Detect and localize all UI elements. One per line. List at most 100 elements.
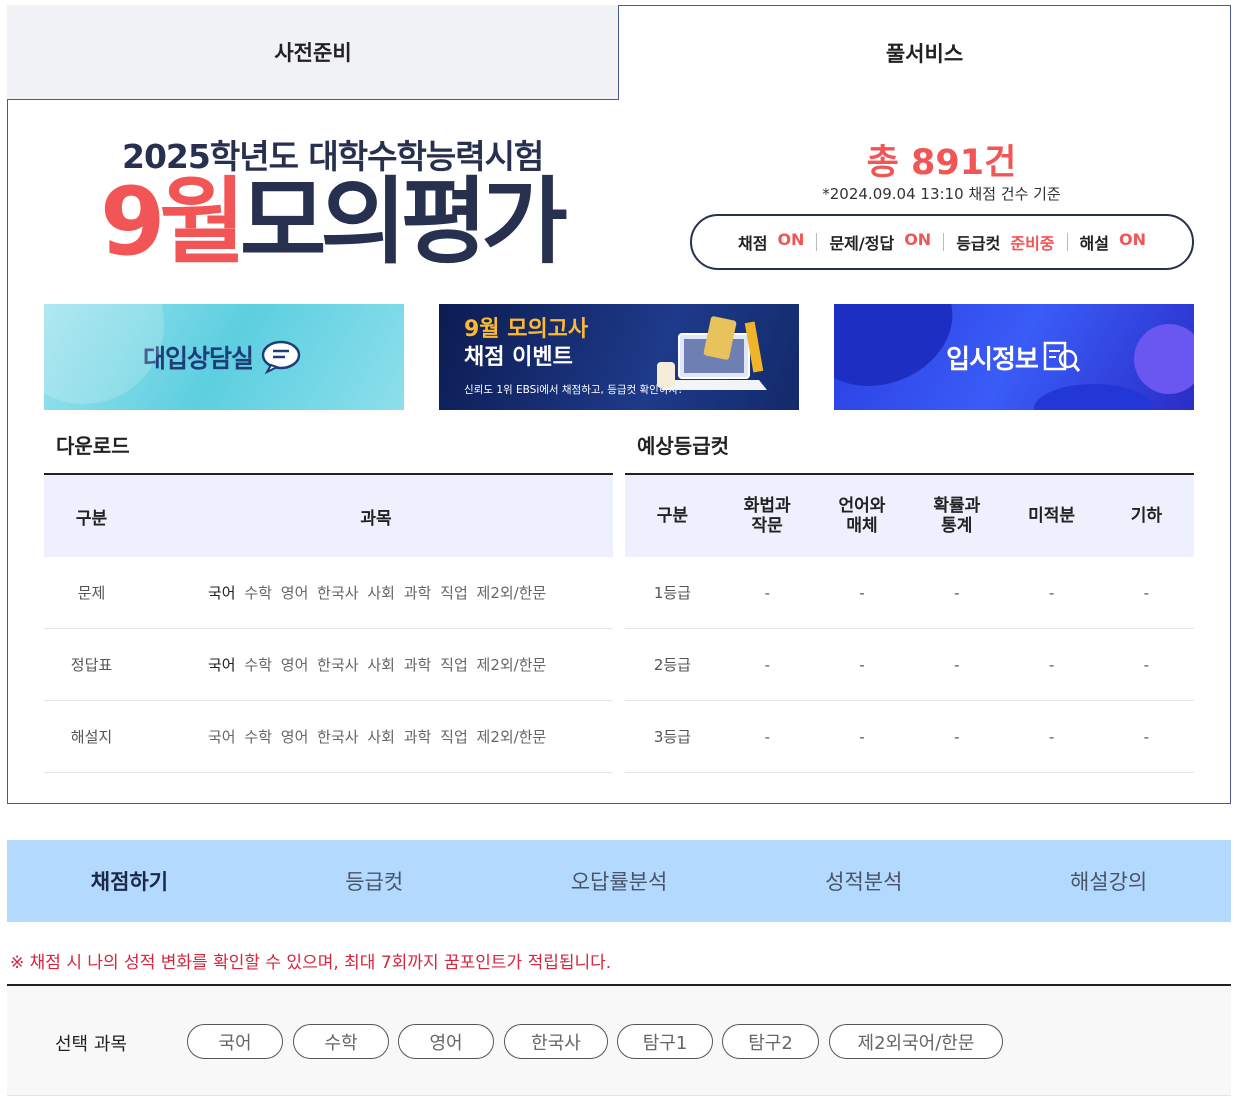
- table-row: 문제 국어 수학 영어 한국사 사회 과학 직업 제2외/한문: [44, 557, 613, 629]
- subject-link[interactable]: 직업: [440, 728, 468, 746]
- row-label: 해설지: [70, 728, 113, 746]
- nav-gradecut[interactable]: 등급컷: [252, 866, 497, 896]
- subject-link[interactable]: 영어: [281, 656, 309, 674]
- status-value: ON: [904, 230, 932, 249]
- grade-label: 2등급: [653, 655, 691, 674]
- grade-label: 1등급: [653, 583, 691, 602]
- document-search-icon: [1043, 341, 1080, 372]
- table-cell: -: [859, 727, 865, 746]
- subject-chip-english[interactable]: 영어: [398, 1024, 494, 1059]
- table-row: 2등급 - - - - -: [625, 629, 1194, 701]
- column-header: 구분: [656, 506, 689, 526]
- subject-link[interactable]: 수학: [244, 584, 272, 602]
- subject-link[interactable]: 과학: [404, 728, 432, 746]
- subject-link[interactable]: 과학: [404, 656, 432, 674]
- table-cell: -: [1143, 655, 1150, 674]
- tab-full-service[interactable]: 풀서비스: [618, 5, 1231, 100]
- nav-lectures[interactable]: 해설강의: [986, 866, 1231, 896]
- table-cell: -: [764, 583, 770, 602]
- subject-link[interactable]: 사회: [367, 728, 395, 746]
- table-cell: -: [764, 727, 770, 746]
- subject-link[interactable]: 사회: [367, 656, 395, 674]
- subject-link[interactable]: 제2외/한문: [477, 656, 547, 674]
- status-label: 채점: [738, 234, 768, 253]
- subject-link[interactable]: 국어: [208, 728, 236, 746]
- subject-link[interactable]: 수학: [244, 656, 272, 674]
- decor-shape: [1034, 384, 1154, 410]
- subject-link[interactable]: 영어: [281, 584, 309, 602]
- subject-chip-inquiry1[interactable]: 탐구1: [617, 1024, 713, 1059]
- table-cell: -: [859, 655, 865, 674]
- table-row: 1등급 - - - - -: [625, 557, 1194, 629]
- subject-link[interactable]: 영어: [281, 728, 309, 746]
- subject-link[interactable]: 제2외/한문: [477, 728, 547, 746]
- nav-score-analysis[interactable]: 성적분석: [741, 866, 986, 896]
- subject-link[interactable]: 한국사: [317, 728, 358, 746]
- consult-banner[interactable]: 대입상담실: [44, 304, 404, 410]
- subject-chip-history[interactable]: 한국사: [504, 1024, 608, 1059]
- column-header: 확률과 통계: [933, 496, 981, 536]
- status-explanation: 해설 ON: [1068, 230, 1158, 254]
- subject-link[interactable]: 한국사: [317, 584, 358, 602]
- status-gradecut: 등급컷 준비중: [944, 230, 1066, 254]
- laptop-prize-icon: [657, 316, 767, 390]
- subject-select-panel: 선택 과목 국어 수학 영어 한국사 탐구1 탐구2 제2외국어/한문: [7, 984, 1231, 1096]
- subject-links: 국어 수학 영어 한국사 사회 과학 직업 제2외/한문: [139, 726, 613, 747]
- subject-link[interactable]: 제2외/한문: [477, 584, 547, 602]
- subject-chip-korean[interactable]: 국어: [187, 1024, 283, 1059]
- table-cell: -: [1048, 583, 1055, 602]
- service-nav: 채점하기 등급컷 오답률분석 성적분석 해설강의: [7, 840, 1231, 922]
- subject-link[interactable]: 직업: [440, 584, 468, 602]
- gradecut-section-title: 예상등급컷: [637, 434, 729, 458]
- tab-pre-prep[interactable]: 사전준비: [7, 5, 619, 100]
- status-value: ON: [1118, 230, 1146, 249]
- total-count-note: *2024.09.04 13:10 채점 건수 기준: [822, 185, 1061, 203]
- nav-grading[interactable]: 채점하기: [7, 866, 252, 896]
- subject-select-label: 선택 과목: [55, 1034, 127, 1055]
- total-count: 총 891건: [866, 143, 1017, 183]
- table-cell: -: [764, 655, 770, 674]
- chat-bubble-icon: [261, 340, 301, 375]
- event-banner-title: 9월 모의고사: [464, 317, 589, 342]
- table-cell: -: [1048, 655, 1055, 674]
- nav-error-rate[interactable]: 오답률분석: [497, 866, 742, 896]
- table-row: 3등급 - - - - -: [625, 701, 1194, 773]
- subject-link[interactable]: 국어: [208, 584, 236, 602]
- hero-month: 9월: [100, 168, 246, 277]
- decor-shape: [44, 304, 164, 404]
- admission-info-text: 입시정보: [946, 344, 1039, 375]
- subject-link[interactable]: 수학: [244, 728, 272, 746]
- service-status-pill: 채점 ON 문제/정답 ON 등급컷 준비중 해설 ON: [690, 214, 1194, 270]
- subject-chip-math[interactable]: 수학: [293, 1024, 389, 1059]
- column-header: 과목: [360, 508, 392, 529]
- event-banner-title2: 채점 이벤트: [464, 345, 573, 370]
- admission-info-banner[interactable]: 입시정보: [834, 304, 1194, 410]
- subject-link[interactable]: 과학: [404, 584, 432, 602]
- subject-link[interactable]: 사회: [367, 584, 395, 602]
- table-row: 해설지 국어 수학 영어 한국사 사회 과학 직업 제2외/한문: [44, 701, 613, 773]
- column-header: 화법과 작문: [743, 496, 791, 536]
- decor-shape: [1134, 324, 1194, 394]
- table-header: 구분 과목: [44, 475, 613, 557]
- table-cell: -: [1143, 583, 1150, 602]
- column-header: 기하: [1130, 506, 1163, 526]
- status-label: 문제/정답: [829, 234, 895, 253]
- gradecut-table: 구분 화법과 작문 언어와 매체 확률과 통계 미적분 기하 1등급 - - -…: [625, 473, 1194, 773]
- status-value: ON: [777, 230, 805, 249]
- subject-chip-inquiry2[interactable]: 탐구2: [722, 1024, 819, 1059]
- event-banner[interactable]: 9월 모의고사 채점 이벤트 신뢰도 1위 EBSi에서 채점하고, 등급컷 확…: [439, 304, 799, 410]
- subject-link[interactable]: 국어: [208, 656, 236, 674]
- hero-title: 9월모의평가: [100, 168, 568, 278]
- table-cell: -: [1143, 727, 1150, 746]
- status-grading: 채점 ON: [726, 230, 816, 254]
- subject-link[interactable]: 직업: [440, 656, 468, 674]
- grade-label: 3등급: [653, 727, 691, 746]
- hero-exam-name: 모의평가: [239, 168, 568, 277]
- table-cell: -: [954, 583, 960, 602]
- status-questions: 문제/정답 ON: [817, 230, 943, 254]
- column-header: 구분: [75, 508, 108, 529]
- subject-chip-second-language[interactable]: 제2외국어/한문: [829, 1024, 1003, 1059]
- subject-links: 국어 수학 영어 한국사 사회 과학 직업 제2외/한문: [139, 654, 613, 675]
- download-section-title: 다운로드: [56, 434, 130, 458]
- subject-link[interactable]: 한국사: [317, 656, 358, 674]
